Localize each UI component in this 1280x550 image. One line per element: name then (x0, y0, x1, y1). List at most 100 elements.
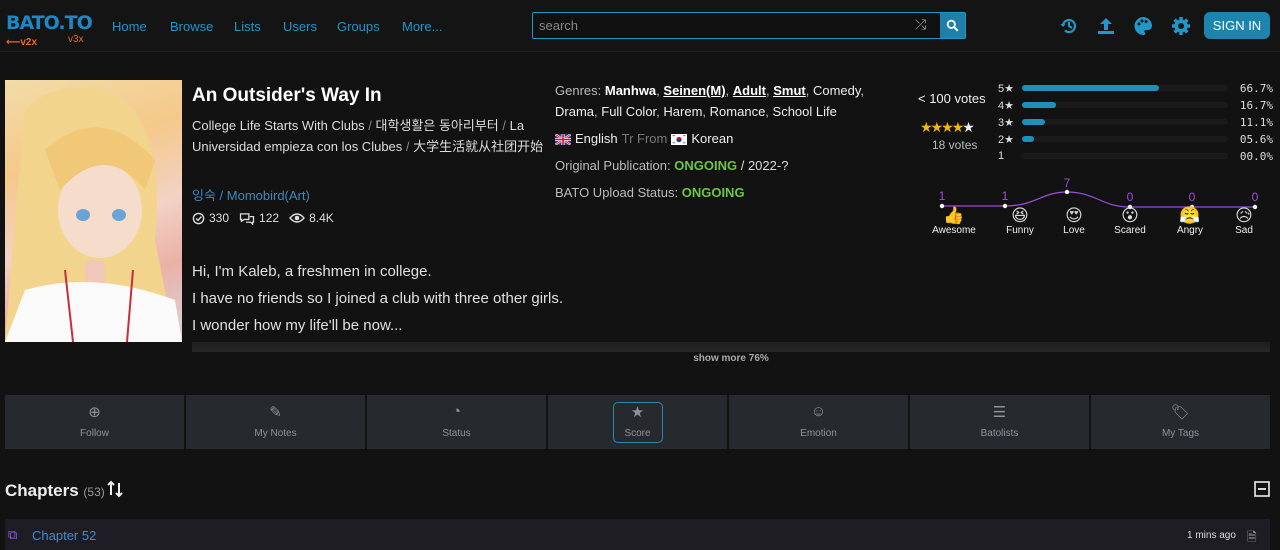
scared-face-icon[interactable]: 😮 (1119, 205, 1141, 227)
rating-label: 3★ (998, 117, 1014, 129)
sign-in-button[interactable]: SIGN IN (1204, 12, 1270, 39)
nav-groups[interactable]: Groups (337, 19, 380, 34)
genre-tag[interactable]: Harem (663, 104, 702, 119)
rating-row-3: 3★ 11.1% (998, 116, 1273, 129)
batolists-button[interactable]: ☰ Batolists (910, 395, 1089, 449)
rating-label: 2★ (998, 134, 1014, 146)
follow-button[interactable]: ⊕ Follow (5, 395, 184, 449)
history-icon[interactable] (1056, 13, 1082, 39)
emotion-button[interactable]: ☺ Emotion (729, 395, 908, 449)
action-label: Status (442, 428, 471, 439)
rating-row-1: 1 00.0% (998, 150, 1273, 163)
tags-icon: 🏷 (1170, 404, 1191, 421)
nav-browse[interactable]: Browse (170, 19, 213, 34)
cover-image[interactable] (5, 80, 182, 342)
search-icon (946, 19, 959, 32)
original-year: / 2022-? (740, 158, 789, 173)
follow-check-icon (192, 212, 205, 224)
search-input[interactable] (533, 13, 913, 38)
status-button[interactable]: ◔ Status (367, 395, 546, 449)
alt-title: 대학생활은 동아리부터 (375, 118, 499, 133)
nav-more[interactable]: More... (402, 19, 442, 34)
eye-icon (289, 213, 305, 223)
chapter-comments-icon[interactable]: 🗎 (1247, 528, 1257, 549)
original-publication-label: Original Publication: (555, 158, 671, 173)
nav-lists[interactable]: Lists (234, 19, 261, 34)
my-tags-button[interactable]: 🏷 My Tags (1091, 395, 1270, 449)
new-chapter-icon: ⧉ (8, 527, 18, 542)
genre-tag[interactable]: Romance (710, 104, 766, 119)
original-status: ONGOING (674, 158, 738, 173)
followers-count: 330 (209, 211, 230, 225)
rating-label: 1 (998, 150, 1005, 162)
chapters-count: (53) (83, 485, 105, 499)
emotion-count: 0 (1126, 190, 1134, 204)
star-rating[interactable]: ★★★★★ (920, 119, 975, 136)
top-navbar: BATO.TO ⟵v2x v3x Home Browse Lists Users… (0, 0, 1280, 52)
chapter-time: 1 mins ago (1187, 530, 1236, 541)
genre-tag[interactable]: Comedy (813, 83, 860, 98)
rating-label: 4★ (998, 100, 1014, 112)
score-button[interactable]: ★ Score (548, 395, 727, 449)
shuffle-icon[interactable]: ⤮ (915, 16, 926, 33)
smile-icon: ☺ (810, 403, 827, 420)
collapse-icon[interactable] (1254, 481, 1270, 500)
description-fade (192, 342, 1270, 352)
laughing-face-icon[interactable]: 😆 (1009, 205, 1031, 227)
korea-flag-icon (671, 133, 688, 145)
version-v2-link[interactable]: ⟵v2x (6, 37, 37, 48)
site-logo[interactable]: BATO.TO (6, 12, 93, 34)
emotion-count: 0 (1188, 190, 1196, 204)
rating-bar-fill (1022, 136, 1034, 142)
sad-face-icon[interactable]: 😥 (1233, 205, 1255, 227)
rating-percent: 00.0% (1239, 150, 1273, 163)
genre-tag[interactable]: Smut (773, 83, 806, 98)
sort-icon[interactable] (106, 480, 124, 501)
nav-users[interactable]: Users (283, 19, 317, 34)
action-label: My Tags (1161, 428, 1200, 439)
chapter-row[interactable]: ⧉ Chapter 52 1 mins ago 🗎 (5, 519, 1270, 550)
comments-count: 122 (259, 211, 280, 225)
language-info: English Tr From Korean (555, 129, 733, 150)
emotion-count: 1 (938, 189, 946, 203)
genre-tag[interactable]: Seinen(M) (663, 83, 725, 98)
version-v3-label: v3x (68, 34, 84, 45)
star-icon: ★ (962, 119, 974, 135)
upload-icon[interactable] (1093, 13, 1119, 39)
palette-icon[interactable] (1130, 13, 1156, 39)
genre-tag[interactable]: Drama (555, 104, 594, 119)
emotion-label: Love (1063, 225, 1085, 236)
search-button[interactable] (940, 13, 965, 38)
thumbs-up-icon[interactable]: 👍 (943, 205, 965, 227)
action-label: Follow (80, 428, 109, 439)
chapter-link[interactable]: Chapter 52 (32, 528, 96, 543)
rating-row-5: 5★ 66.7% (998, 82, 1273, 95)
comic-stats: 330 122 8.4K (192, 211, 334, 225)
my-notes-button[interactable]: ✎ My Notes (186, 395, 365, 449)
genre-tag[interactable]: Adult (733, 83, 766, 98)
show-more-button[interactable]: show more 76% (0, 353, 1280, 364)
genre-tag[interactable]: Manhwa (605, 83, 656, 98)
action-bar: ⊕ Follow ✎ My Notes ◔ Status ★ Score ☺ Emotio… (5, 395, 1270, 449)
action-label: Emotion (800, 428, 837, 439)
upload-status: BATO Upload Status: ONGOING (555, 183, 745, 204)
description-line: I have no friends so I joined a club wit… (192, 290, 564, 307)
emotion-count: 7 (1063, 176, 1071, 190)
nav-home[interactable]: Home (112, 19, 147, 34)
rating-row-2: 2★ 05.6% (998, 133, 1273, 146)
heart-eyes-face-icon[interactable]: 😍 (1063, 205, 1085, 227)
genre-tag[interactable]: Full Color (601, 104, 656, 119)
translated-from-label: Tr From (621, 131, 668, 146)
alt-title: 大学生活就从社团开始 (413, 138, 544, 154)
gear-icon[interactable] (1168, 13, 1194, 39)
upload-status-value: ONGOING (681, 185, 745, 200)
search-box: ⤮ (532, 12, 966, 39)
angry-face-icon[interactable]: 😤 (1179, 205, 1201, 227)
original-publication: Original Publication: ONGOING / 2022-? (555, 156, 788, 177)
genre-tag[interactable]: School Life (773, 104, 837, 119)
authors-link[interactable]: 잉숙 / Momobird(Art) (192, 185, 310, 204)
description-line: I wonder how my life'll be now... (192, 317, 403, 334)
language-english: English (575, 131, 618, 146)
genres: Genres: Manhwa, Seinen(M), Adult, Smut, … (555, 83, 865, 119)
rating-row-4: 4★ 16.7% (998, 99, 1273, 112)
